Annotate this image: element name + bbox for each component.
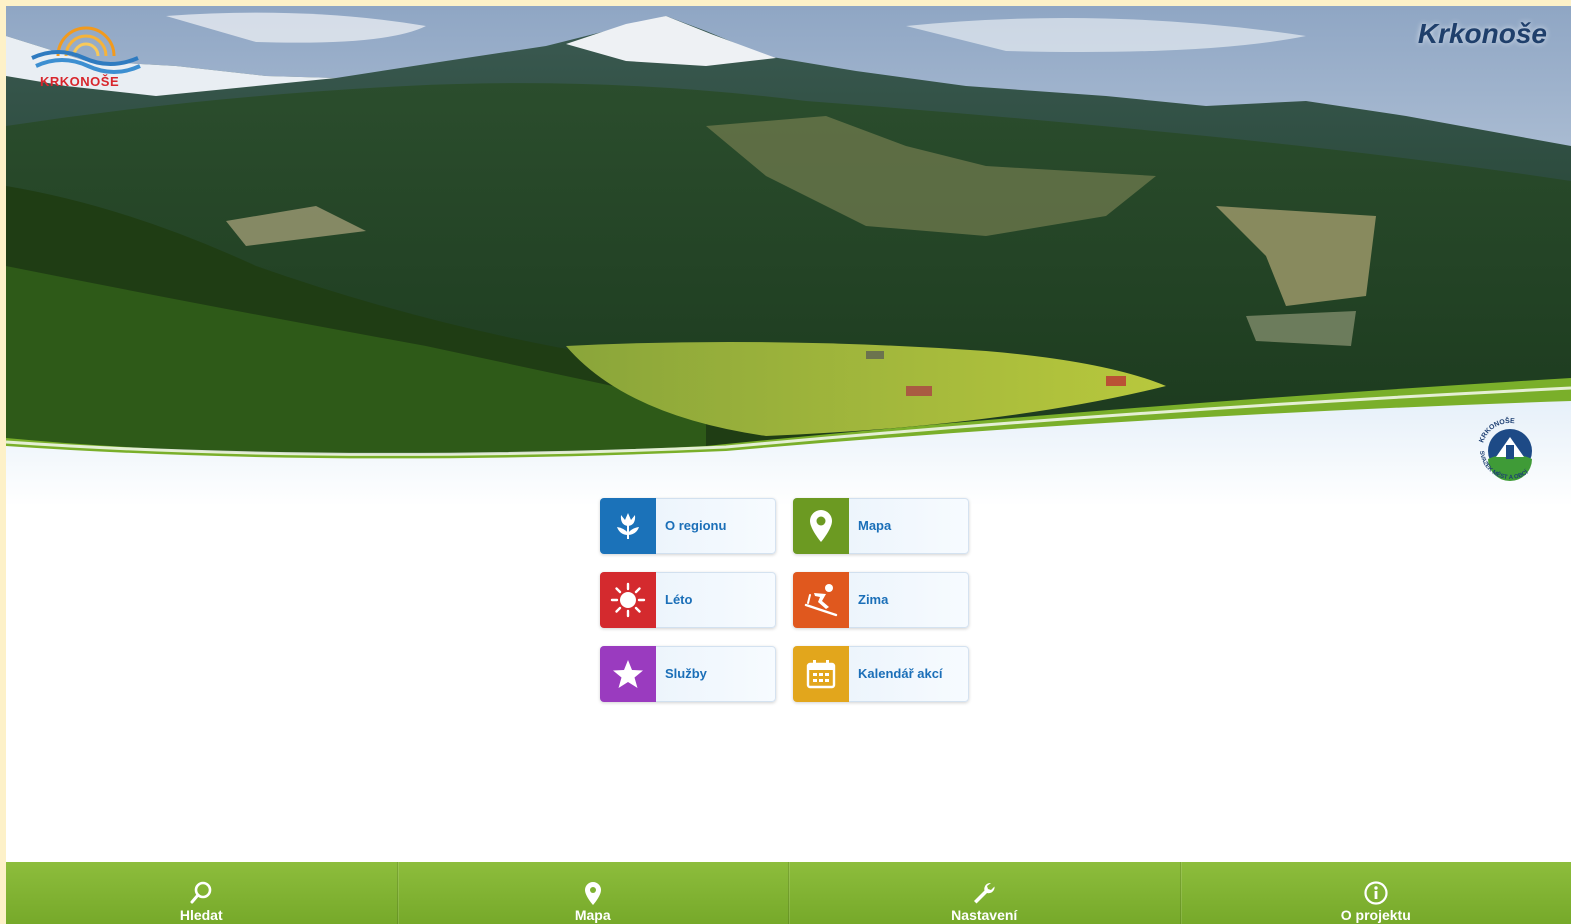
- skier-icon: [793, 572, 849, 628]
- nav-label: Hledat: [179, 907, 223, 923]
- calendar-icon: [793, 646, 849, 702]
- tulip-icon: [600, 498, 656, 554]
- bottom-navigation-bar: Hledat Mapa Nastavení O projektu: [6, 862, 1571, 924]
- nav-nastaveni[interactable]: Nastavení: [788, 862, 1180, 924]
- svazek-seal-icon: KRKONOŠE SVAZEK MĚST A OBCÍ: [1478, 416, 1532, 481]
- tile-label: O regionu: [665, 518, 727, 533]
- nav-label: O projektu: [1340, 907, 1411, 923]
- star-icon: [600, 646, 656, 702]
- nav-o-projektu[interactable]: O projektu: [1179, 862, 1571, 924]
- wrench-icon: [974, 882, 995, 904]
- nav-hledat[interactable]: Hledat: [6, 862, 397, 924]
- tile-kalendar-akci[interactable]: Kalendář akcí: [793, 646, 969, 702]
- info-icon: [1364, 881, 1388, 905]
- hero-banner: KRKONOŠE Krkonoše KRKONOŠE SVAZEK MĚST A…: [6, 6, 1571, 506]
- nav-mapa[interactable]: Mapa: [396, 862, 789, 924]
- tile-label: Kalendář akcí: [858, 666, 943, 681]
- tile-o-regionu[interactable]: O regionu: [600, 498, 776, 554]
- krkonose-brand-logo: KRKONOŠE: [28, 16, 148, 96]
- tile-sluzby[interactable]: Služby: [600, 646, 776, 702]
- tile-label: Služby: [665, 666, 707, 681]
- tile-label: Mapa: [858, 518, 892, 533]
- mountain-landscape-image: [6, 6, 1571, 506]
- brand-logo-text: KRKONOŠE: [40, 74, 120, 89]
- map-pin-icon: [793, 498, 849, 554]
- tile-label: Zima: [858, 592, 889, 607]
- tile-zima[interactable]: Zima: [793, 572, 969, 628]
- nav-label: Mapa: [574, 907, 611, 923]
- nav-label: Nastavení: [951, 907, 1018, 923]
- sun-icon: [600, 572, 656, 628]
- tile-label: Léto: [665, 592, 693, 607]
- tile-mapa[interactable]: Mapa: [793, 498, 969, 554]
- app-window: KRKONOŠE Krkonoše KRKONOŠE SVAZEK MĚST A…: [6, 6, 1571, 924]
- svazek-mest-a-obci-logo: KRKONOŠE SVAZEK MĚST A OBCÍ: [1472, 409, 1548, 491]
- map-pin-icon: [584, 882, 601, 905]
- page-title: Krkonoše: [1417, 18, 1547, 49]
- tile-leto[interactable]: Léto: [600, 572, 776, 628]
- search-icon: [190, 881, 212, 904]
